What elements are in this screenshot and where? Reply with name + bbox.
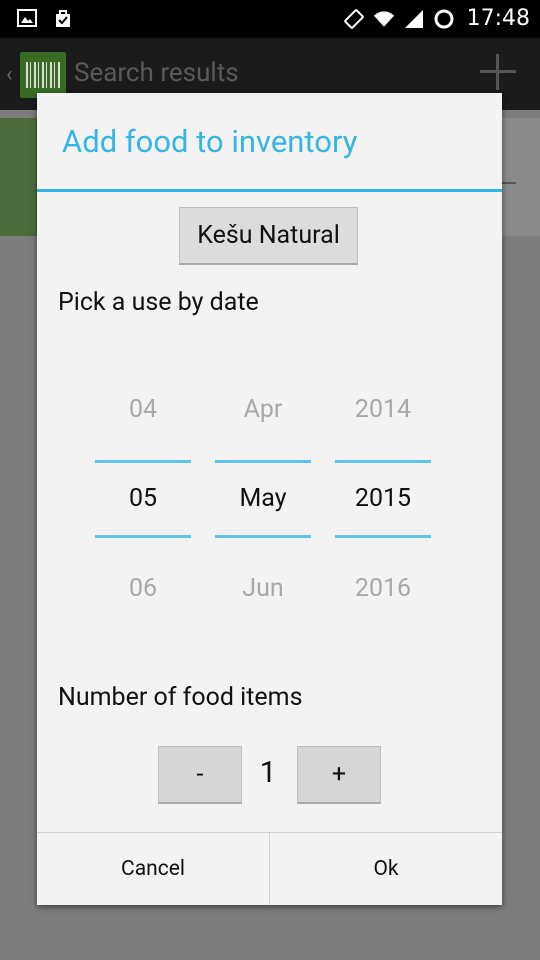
increment-button[interactable]: + <box>297 746 381 804</box>
day-current[interactable]: 05 <box>95 484 191 513</box>
year-next[interactable]: 2016 <box>335 574 431 603</box>
items-label: Number of food items <box>58 683 303 712</box>
barcode-logo-icon[interactable] <box>20 52 66 98</box>
date-label: Pick a use by date <box>58 288 259 317</box>
ok-button[interactable]: Ok <box>270 833 502 905</box>
decrement-button[interactable]: - <box>158 746 242 804</box>
year-picker[interactable]: 2014 2015 2016 <box>335 373 431 613</box>
product-thumbnail <box>0 118 38 236</box>
day-prev[interactable]: 04 <box>95 395 191 424</box>
picker-divider <box>215 460 311 463</box>
cancel-button[interactable]: Cancel <box>37 833 269 905</box>
dialog-title: Add food to inventory <box>62 123 358 160</box>
sync-icon <box>434 9 454 28</box>
image-icon <box>17 9 37 27</box>
day-next[interactable]: 06 <box>95 574 191 603</box>
status-bar: 17:48 <box>0 0 540 38</box>
picker-divider <box>95 460 191 463</box>
picker-divider <box>215 535 311 538</box>
title-divider <box>37 189 502 192</box>
year-current[interactable]: 2015 <box>335 484 431 513</box>
signal-icon <box>404 9 423 28</box>
picker-divider <box>335 460 431 463</box>
shopping-bag-icon <box>56 10 70 27</box>
food-name-button[interactable]: Kešu Natural <box>179 207 358 265</box>
day-picker[interactable]: 04 05 06 <box>95 373 191 613</box>
add-icon[interactable] <box>478 52 518 92</box>
year-prev[interactable]: 2014 <box>335 395 431 424</box>
month-next[interactable]: Jun <box>215 574 311 603</box>
add-food-dialog: Add food to inventory Kešu Natural Pick … <box>37 93 502 905</box>
picker-divider <box>95 535 191 538</box>
month-picker[interactable]: Apr May Jun <box>215 373 311 613</box>
wifi-icon <box>373 10 394 27</box>
screen-rotate-icon <box>343 8 364 29</box>
action-bar-title: Search results <box>74 58 239 88</box>
month-prev[interactable]: Apr <box>215 395 311 424</box>
status-time: 17:48 <box>466 6 530 31</box>
dialog-footer: Cancel Ok <box>37 833 502 905</box>
back-icon[interactable]: ‹ <box>6 62 13 87</box>
month-current[interactable]: May <box>215 484 311 513</box>
picker-divider <box>335 535 431 538</box>
item-count: 1 <box>259 755 277 790</box>
